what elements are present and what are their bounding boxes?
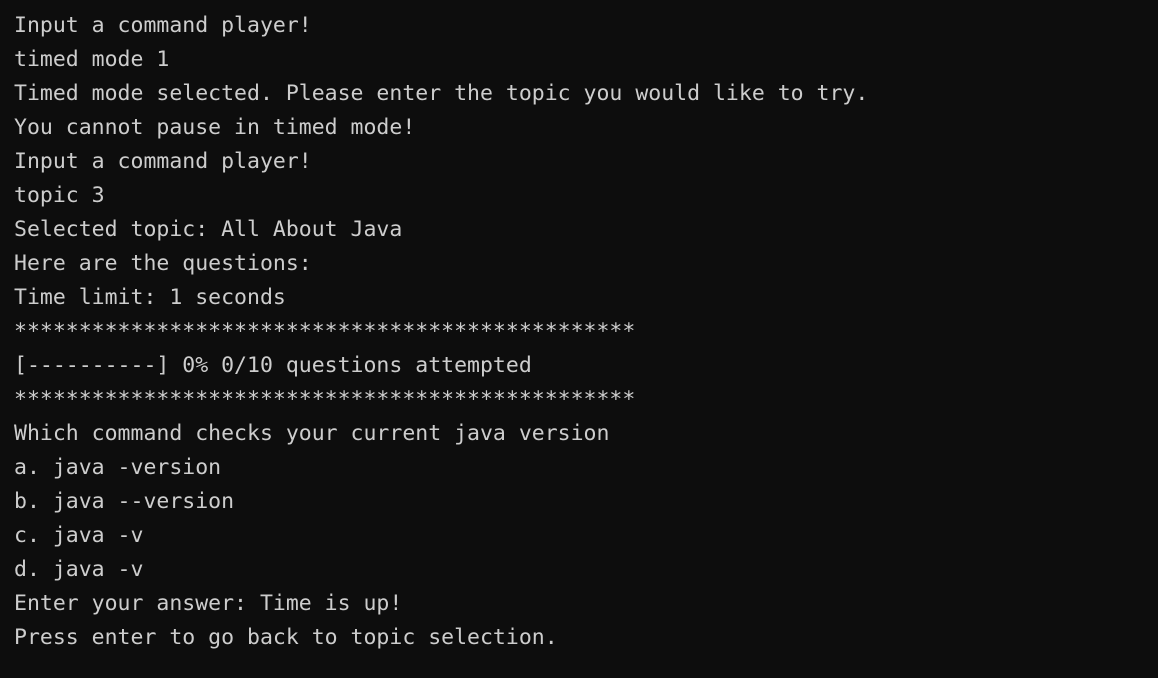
terminal-line-selected-topic: Selected topic: All About Java (14, 217, 403, 242)
terminal-line-answer-prompt-timeout: Enter your answer: Time is up! (14, 591, 403, 616)
terminal-line-pause-warning: You cannot pause in timed mode! (14, 115, 416, 140)
terminal-line-separator-bottom: ****************************************… (14, 387, 636, 412)
terminal-line-questions-header: Here are the questions: (14, 251, 312, 276)
terminal-output[interactable]: Input a command player! timed mode 1 Tim… (0, 0, 1158, 678)
terminal-line-option-d: d. java -v (14, 557, 144, 582)
terminal-line-option-c: c. java -v (14, 523, 144, 548)
terminal-line-command-prompt-1: Input a command player! (14, 13, 312, 38)
terminal-line-progress-bar: [----------] 0% 0/10 questions attempted (14, 353, 532, 378)
terminal-line-mode-confirmation: Timed mode selected. Please enter the to… (14, 81, 869, 106)
terminal-line-question-text: Which command checks your current java v… (14, 421, 610, 446)
terminal-line-command-prompt-2: Input a command player! (14, 149, 312, 174)
terminal-line-option-a: a. java -version (14, 455, 222, 480)
terminal-line-user-input-topic: topic 3 (14, 183, 105, 208)
terminal-line-time-limit: Time limit: 1 seconds (14, 285, 286, 310)
terminal-line-option-b: b. java --version (14, 489, 235, 514)
terminal-line-separator-top: ****************************************… (14, 319, 636, 344)
terminal-line-user-input-mode: timed mode 1 (14, 47, 170, 72)
terminal-line-return-instruction: Press enter to go back to topic selectio… (14, 625, 558, 650)
